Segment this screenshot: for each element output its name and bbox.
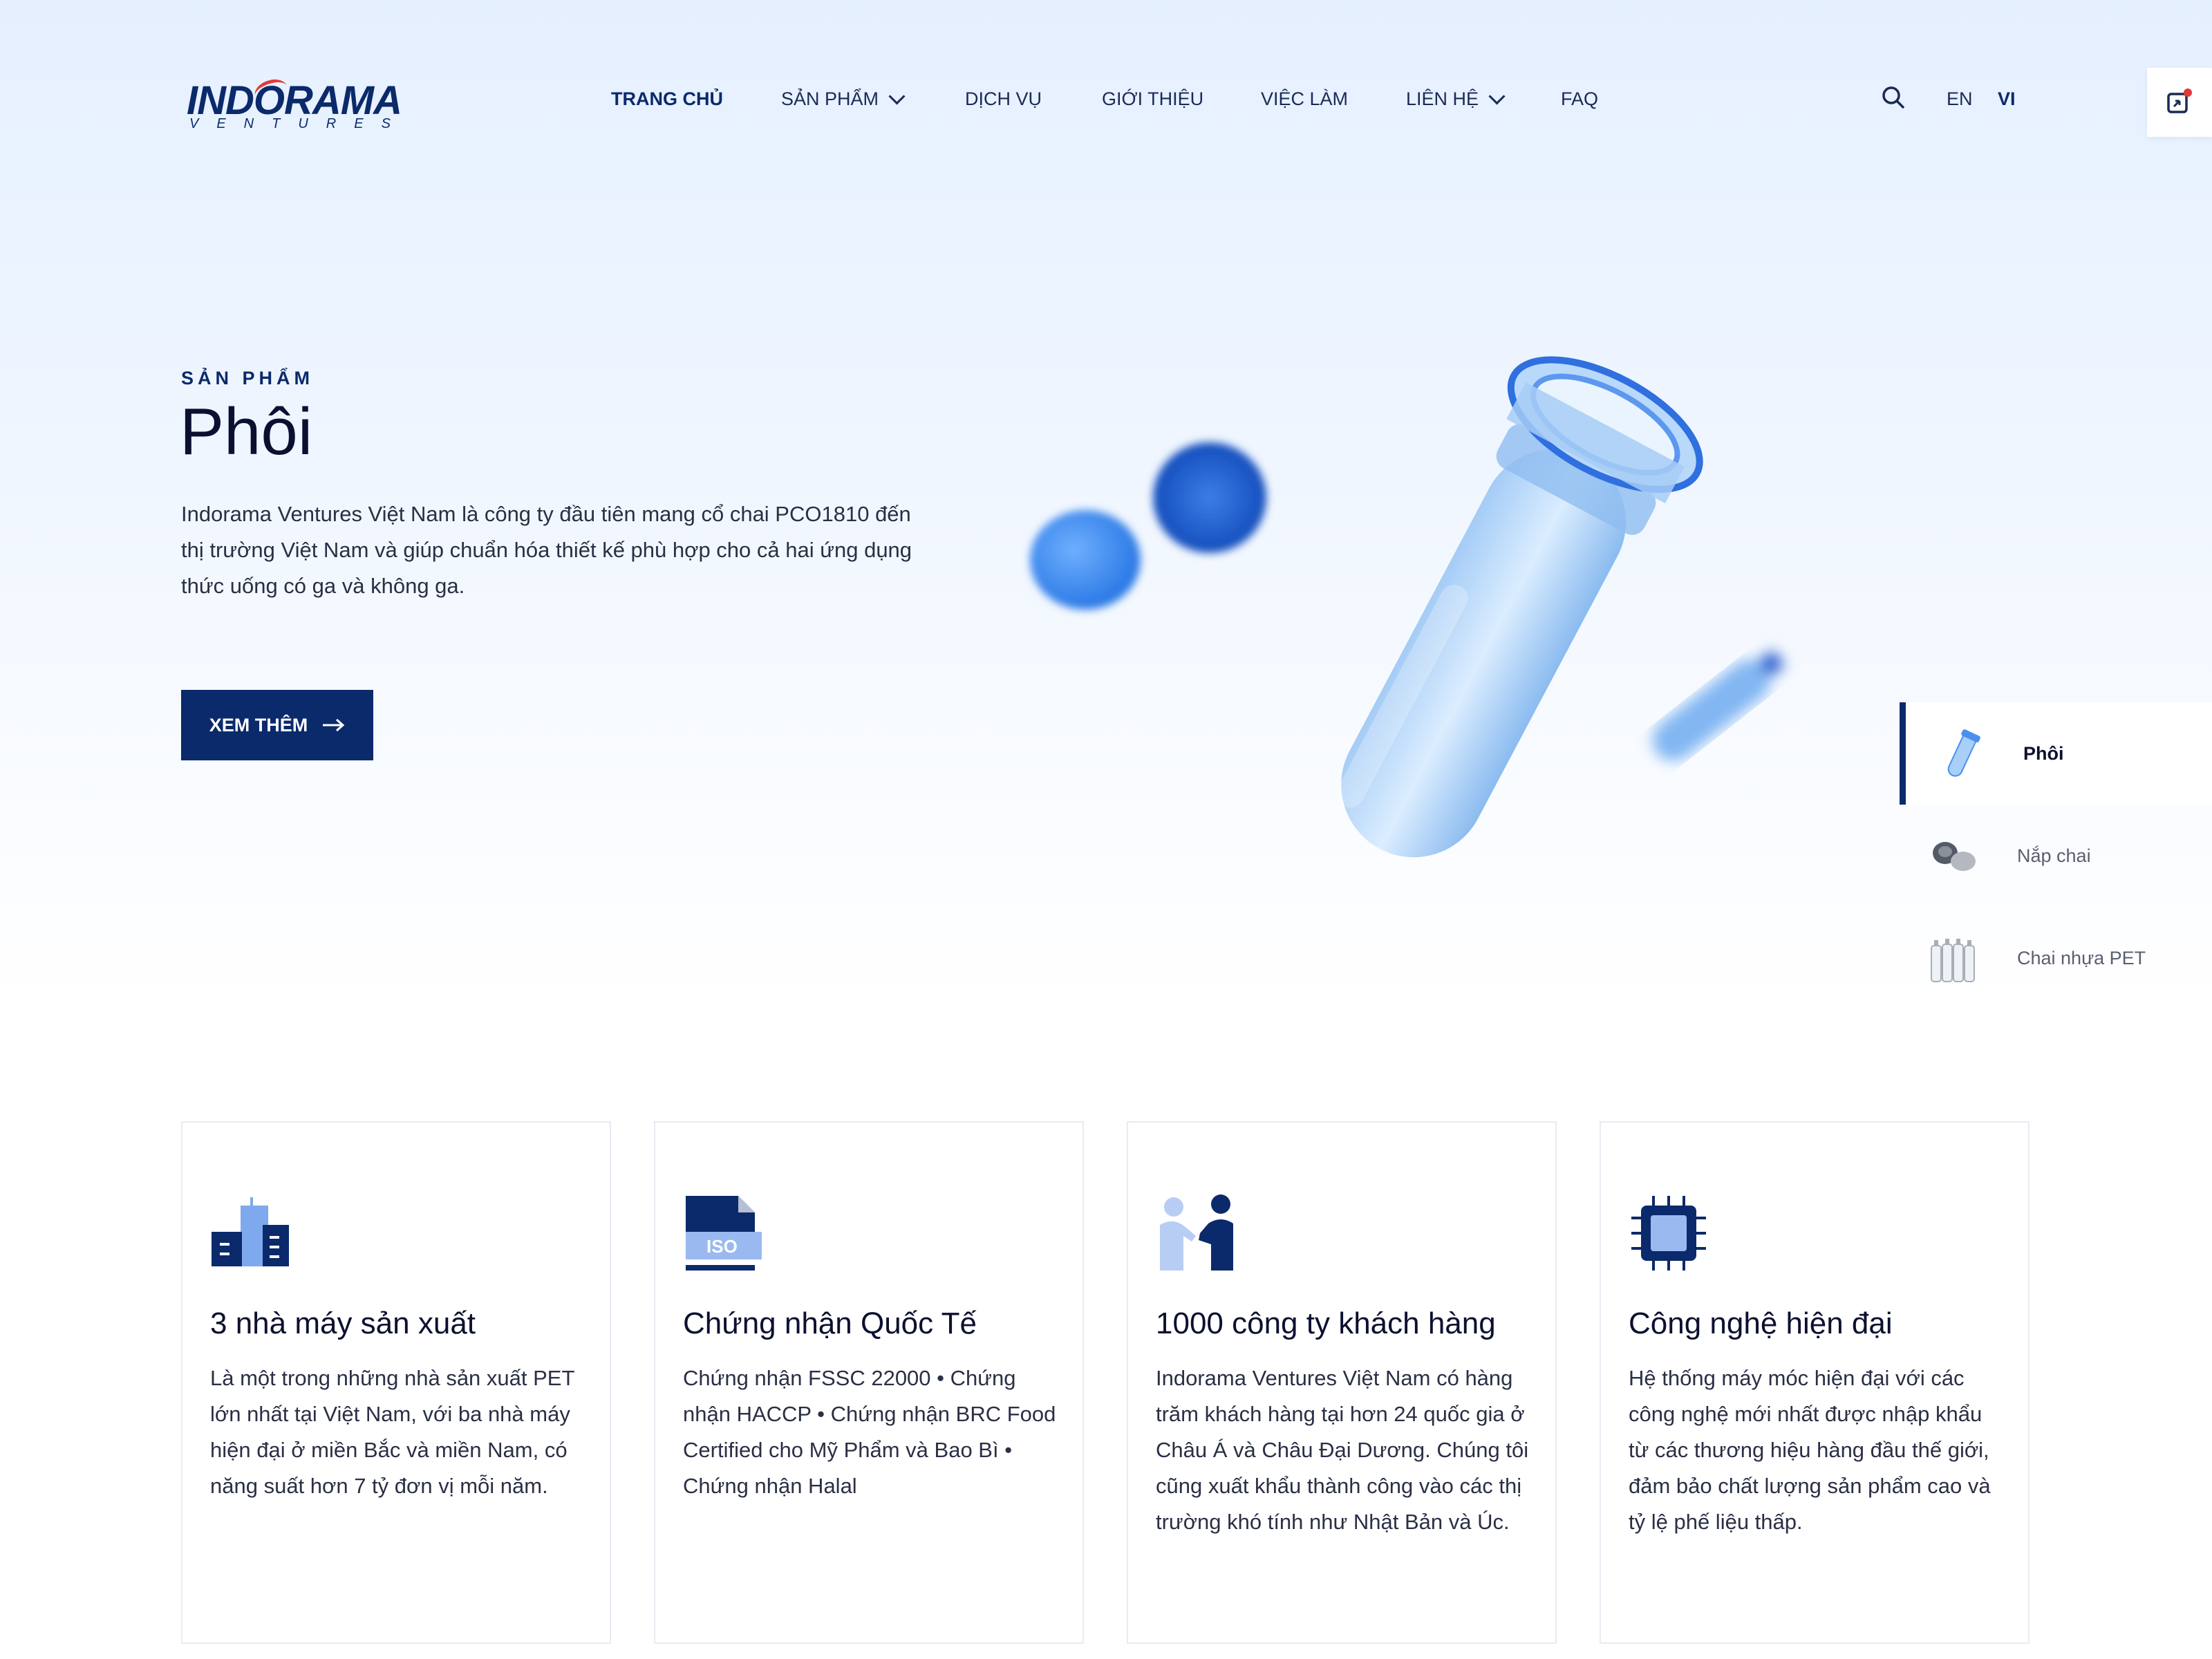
nav-label: SẢN PHẨM	[781, 88, 879, 109]
hero-eyebrow: SẢN PHẨM	[181, 368, 315, 388]
feature-text: Indorama Ventures Việt Nam có hàng trăm …	[1156, 1366, 1529, 1534]
handshake-icon	[1160, 1194, 1233, 1271]
nav-item-home[interactable]: TRANG CHỦ	[611, 88, 723, 110]
feature-text: Là một trong những nhà sản xuất PET lớn …	[210, 1366, 574, 1498]
nav-item-services[interactable]: DỊCH VỤ	[965, 88, 1042, 110]
side-tab-button[interactable]	[2147, 68, 2212, 137]
logo-tagline: VENTURES	[189, 116, 409, 131]
product-tab-label: Nắp chai	[2017, 845, 2091, 866]
nav-label: FAQ	[1561, 88, 1599, 109]
factory-icon	[212, 1197, 289, 1266]
nav-label: VIỆC LÀM	[1261, 88, 1349, 109]
cta-label: XEM THÊM	[209, 714, 308, 735]
nav-label: DỊCH VỤ	[965, 88, 1042, 109]
lang-en[interactable]: EN	[1947, 88, 1973, 110]
search-icon[interactable]	[1882, 86, 1905, 109]
product-tab-bottle-cap[interactable]: Nắp chai	[1900, 805, 2212, 907]
preform-icon	[1947, 729, 1980, 777]
nav-item-products[interactable]: SẢN PHẨM	[781, 88, 906, 110]
chevron-down-icon	[888, 88, 906, 105]
feature-title: Chứng nhận Quốc Tế	[683, 1306, 977, 1340]
nav-label: LIÊN HỆ	[1406, 88, 1479, 109]
feature-card-technology: Công nghệ hiện đại Hệ thống máy móc hiện…	[1600, 1121, 2030, 1644]
nav-label: TRANG CHỦ	[611, 88, 723, 109]
chip-icon	[1631, 1196, 1706, 1271]
nav-item-about[interactable]: GIỚI THIỆU	[1102, 88, 1203, 110]
feature-card-customers: 1000 công ty khách hàng Indorama Venture…	[1127, 1121, 1557, 1644]
nav-label: GIỚI THIỆU	[1102, 88, 1204, 109]
chevron-down-icon	[1488, 88, 1506, 105]
product-tab-label: Phôi	[2023, 742, 2064, 764]
feature-text: Hệ thống máy móc hiện đại với các công n…	[1629, 1366, 1991, 1534]
feature-card-certifications: ISO Chứng nhận Quốc Tế Chứng nhận FSSC 2…	[654, 1121, 1084, 1644]
arrow-right-icon	[323, 718, 345, 732]
product-tab-label: Chai nhựa PET	[2017, 947, 2146, 968]
nav-item-contact[interactable]: LIÊN HỆ	[1406, 88, 1506, 110]
product-tab-preform[interactable]: Phôi	[1900, 702, 2212, 805]
nav-item-faq[interactable]: FAQ	[1561, 88, 1598, 110]
iso-certificate-icon: ISO	[686, 1196, 762, 1271]
notification-icon	[2167, 88, 2192, 113]
nav-item-careers[interactable]: VIỆC LÀM	[1261, 88, 1348, 110]
lang-vi[interactable]: VI	[1998, 88, 2016, 110]
pet-bottles-icon	[1931, 939, 1975, 982]
hero-title: Phôi	[180, 395, 313, 469]
svg-text:ISO: ISO	[706, 1236, 738, 1257]
feature-title: 3 nhà máy sản xuất	[210, 1306, 476, 1340]
preform-hero-image	[1030, 356, 1783, 858]
feature-text: Chứng nhận FSSC 22000 • Chứng nhận HACCP…	[683, 1366, 1056, 1498]
feature-title: Công nghệ hiện đại	[1629, 1306, 1893, 1340]
feature-card-factories: 3 nhà máy sản xuất Là một trong những nh…	[181, 1121, 611, 1644]
indorama-logo[interactable]: INDORAMA VENTURES	[187, 75, 402, 133]
product-tab-pet-bottles[interactable]: Chai nhựa PET	[1900, 907, 2212, 1009]
feature-title: 1000 công ty khách hàng	[1156, 1306, 1496, 1340]
view-more-button[interactable]: XEM THÊM	[181, 690, 373, 760]
hero-description: Indorama Ventures Việt Nam là công ty đầ…	[181, 502, 912, 598]
bottle-cap-icon	[1933, 842, 1976, 871]
